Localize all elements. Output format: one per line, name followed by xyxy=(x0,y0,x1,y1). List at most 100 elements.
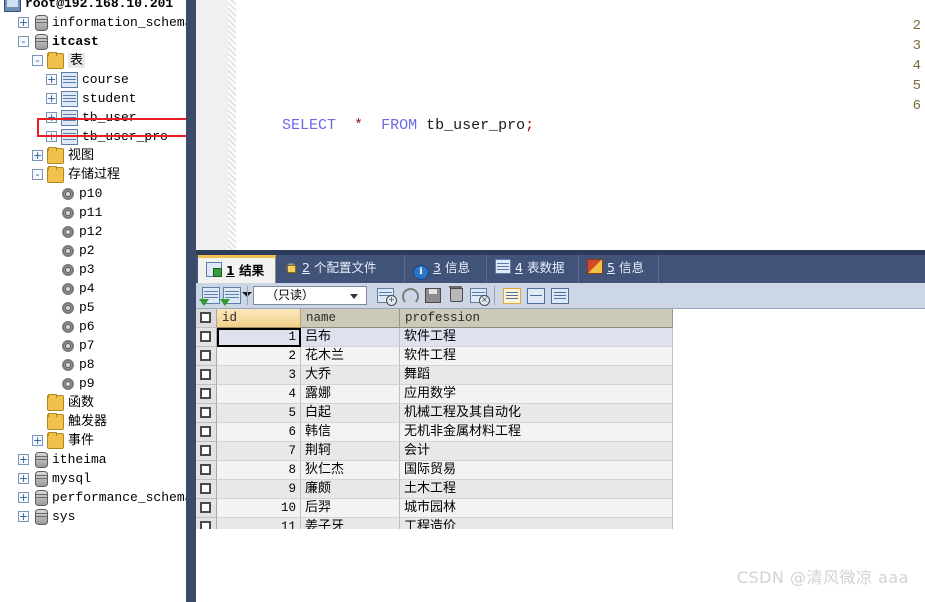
checkbox-icon[interactable] xyxy=(200,521,211,529)
tree-expander[interactable]: + xyxy=(46,93,57,105)
tab-2[interactable]: 2 个配置文件 xyxy=(276,255,405,283)
grid-toolbar[interactable]: （只读） + × xyxy=(196,283,925,309)
tree-expander[interactable]: + xyxy=(18,511,29,523)
cell-id[interactable]: 9 xyxy=(217,480,301,499)
checkbox-icon[interactable] xyxy=(200,502,211,513)
grid-view-button[interactable] xyxy=(503,287,521,304)
cell-profession[interactable]: 软件工程 xyxy=(400,328,673,347)
tree-item-connection[interactable]: root@192.168.10.201 xyxy=(0,0,186,13)
tree-item-p3[interactable]: p3 xyxy=(0,260,186,279)
tree-item-[interactable]: 函数 xyxy=(0,393,186,412)
tree-expander[interactable]: + xyxy=(18,17,29,29)
tree-expander[interactable]: + xyxy=(32,435,43,447)
tab-3[interactable]: i3 信息 xyxy=(405,255,487,283)
cell-name[interactable]: 花木兰 xyxy=(301,347,400,366)
tree-item-course[interactable]: + course xyxy=(0,70,186,89)
table-row[interactable]: 11 姜子牙 工程造价 xyxy=(196,518,673,529)
table-row[interactable]: 6 韩信 无机非金属材料工程 xyxy=(196,423,673,442)
cell-name[interactable]: 荆轲 xyxy=(301,442,400,461)
column-header-name[interactable]: name xyxy=(301,309,400,328)
refresh-button[interactable] xyxy=(401,287,419,305)
tree-item-[interactable]: 触发器 xyxy=(0,412,186,431)
apply-changes-button[interactable] xyxy=(199,287,220,306)
tree-item-sys[interactable]: + sys xyxy=(0,507,186,526)
sql-statement-line[interactable]: SELECT * FROM tb_user_pro; xyxy=(246,96,534,134)
tree-expander[interactable]: + xyxy=(32,150,43,162)
cell-name[interactable]: 吕布 xyxy=(301,328,400,347)
tree-item-p11[interactable]: p11 xyxy=(0,203,186,222)
sql-editor[interactable]: 2 3 4 5 6 SELECT * FROM tb_user_pro; xyxy=(196,0,925,250)
object-browser-sidebar[interactable]: root@192.168.10.201 + information_schema - i… xyxy=(0,0,186,602)
tab-5[interactable]: 5 信息 xyxy=(579,255,659,283)
row-select-cell[interactable] xyxy=(196,461,217,480)
tree-expander[interactable]: + xyxy=(18,473,29,485)
checkbox-icon[interactable] xyxy=(200,464,211,475)
text-view-button[interactable] xyxy=(551,287,569,304)
cell-profession[interactable]: 软件工程 xyxy=(400,347,673,366)
table-row[interactable]: 3 大乔 舞蹈 xyxy=(196,366,673,385)
cell-id[interactable]: 11 xyxy=(217,518,301,529)
results-tab-strip[interactable]: 1 结果 2 个配置文件 i 3 信息 4 表数据 5 信息 xyxy=(196,255,925,283)
cell-profession[interactable]: 国际贸易 xyxy=(400,461,673,480)
cell-name[interactable]: 露娜 xyxy=(301,385,400,404)
cell-name[interactable]: 韩信 xyxy=(301,423,400,442)
tree-item-[interactable]: + 视图 xyxy=(0,146,186,165)
tree-item-tb_user[interactable]: + tb_user xyxy=(0,108,186,127)
tree-expander[interactable]: + xyxy=(18,492,29,504)
column-header-id[interactable]: id xyxy=(217,309,301,328)
edit-mode-select[interactable]: （只读） xyxy=(253,286,367,305)
checkbox-icon[interactable] xyxy=(200,331,211,342)
tab-4[interactable]: 4 表数据 xyxy=(487,255,579,283)
checkbox-icon[interactable] xyxy=(200,407,211,418)
tree-expander[interactable]: + xyxy=(46,131,57,143)
row-select-cell[interactable] xyxy=(196,385,217,404)
cell-profession[interactable]: 应用数学 xyxy=(400,385,673,404)
apply-all-button[interactable] xyxy=(220,287,241,306)
tree-item-p6[interactable]: p6 xyxy=(0,317,186,336)
cell-profession[interactable]: 机械工程及其自动化 xyxy=(400,404,673,423)
row-select-cell[interactable] xyxy=(196,423,217,442)
tab-1[interactable]: 1 结果 xyxy=(198,255,276,283)
tree-item-p5[interactable]: p5 xyxy=(0,298,186,317)
row-select-cell[interactable] xyxy=(196,499,217,518)
row-select-cell[interactable] xyxy=(196,366,217,385)
cell-profession[interactable]: 会计 xyxy=(400,442,673,461)
table-row[interactable]: 4 露娜 应用数学 xyxy=(196,385,673,404)
row-select-cell[interactable] xyxy=(196,480,217,499)
database-tree[interactable]: root@192.168.10.201 + information_schema - i… xyxy=(0,0,186,526)
tree-expander[interactable]: - xyxy=(32,169,43,181)
checkbox-icon[interactable] xyxy=(200,350,211,361)
checkbox-icon[interactable] xyxy=(200,369,211,380)
tree-item-tb_user_pro[interactable]: + tb_user_pro xyxy=(0,127,186,146)
column-header-profession[interactable]: profession xyxy=(400,309,673,328)
tree-item-p9[interactable]: p9 xyxy=(0,374,186,393)
cell-id[interactable]: 10 xyxy=(217,499,301,518)
cell-name[interactable]: 白起 xyxy=(301,404,400,423)
sidebar-divider[interactable] xyxy=(186,0,196,602)
row-select-cell[interactable] xyxy=(196,442,217,461)
tree-item-itcast[interactable]: - itcast xyxy=(0,32,186,51)
table-row[interactable]: 1 吕布 软件工程 xyxy=(196,328,673,347)
checkbox-icon[interactable] xyxy=(200,445,211,456)
checkbox-icon[interactable] xyxy=(200,312,211,323)
table-row[interactable]: 7 荆轲 会计 xyxy=(196,442,673,461)
cell-profession[interactable]: 舞蹈 xyxy=(400,366,673,385)
row-select-cell[interactable] xyxy=(196,404,217,423)
checkbox-icon[interactable] xyxy=(200,426,211,437)
cell-id[interactable]: 5 xyxy=(217,404,301,423)
cell-profession[interactable]: 工程造价 xyxy=(400,518,673,529)
tree-item-p7[interactable]: p7 xyxy=(0,336,186,355)
row-select-cell[interactable] xyxy=(196,328,217,347)
tree-item-performance_schema[interactable]: + performance_schema xyxy=(0,488,186,507)
cell-profession[interactable]: 城市园林 xyxy=(400,499,673,518)
cell-id[interactable]: 1 xyxy=(217,328,301,347)
insert-row-button[interactable]: + xyxy=(377,287,397,306)
tree-item-student[interactable]: + student xyxy=(0,89,186,108)
table-row[interactable]: 9 廉颇 土木工程 xyxy=(196,480,673,499)
cell-id[interactable]: 6 xyxy=(217,423,301,442)
tree-expander[interactable]: - xyxy=(32,55,43,67)
tree-expander[interactable]: + xyxy=(18,454,29,466)
select-all-cell[interactable] xyxy=(196,309,217,328)
tree-item-[interactable]: - 存储过程 xyxy=(0,165,186,184)
cell-name[interactable]: 狄仁杰 xyxy=(301,461,400,480)
